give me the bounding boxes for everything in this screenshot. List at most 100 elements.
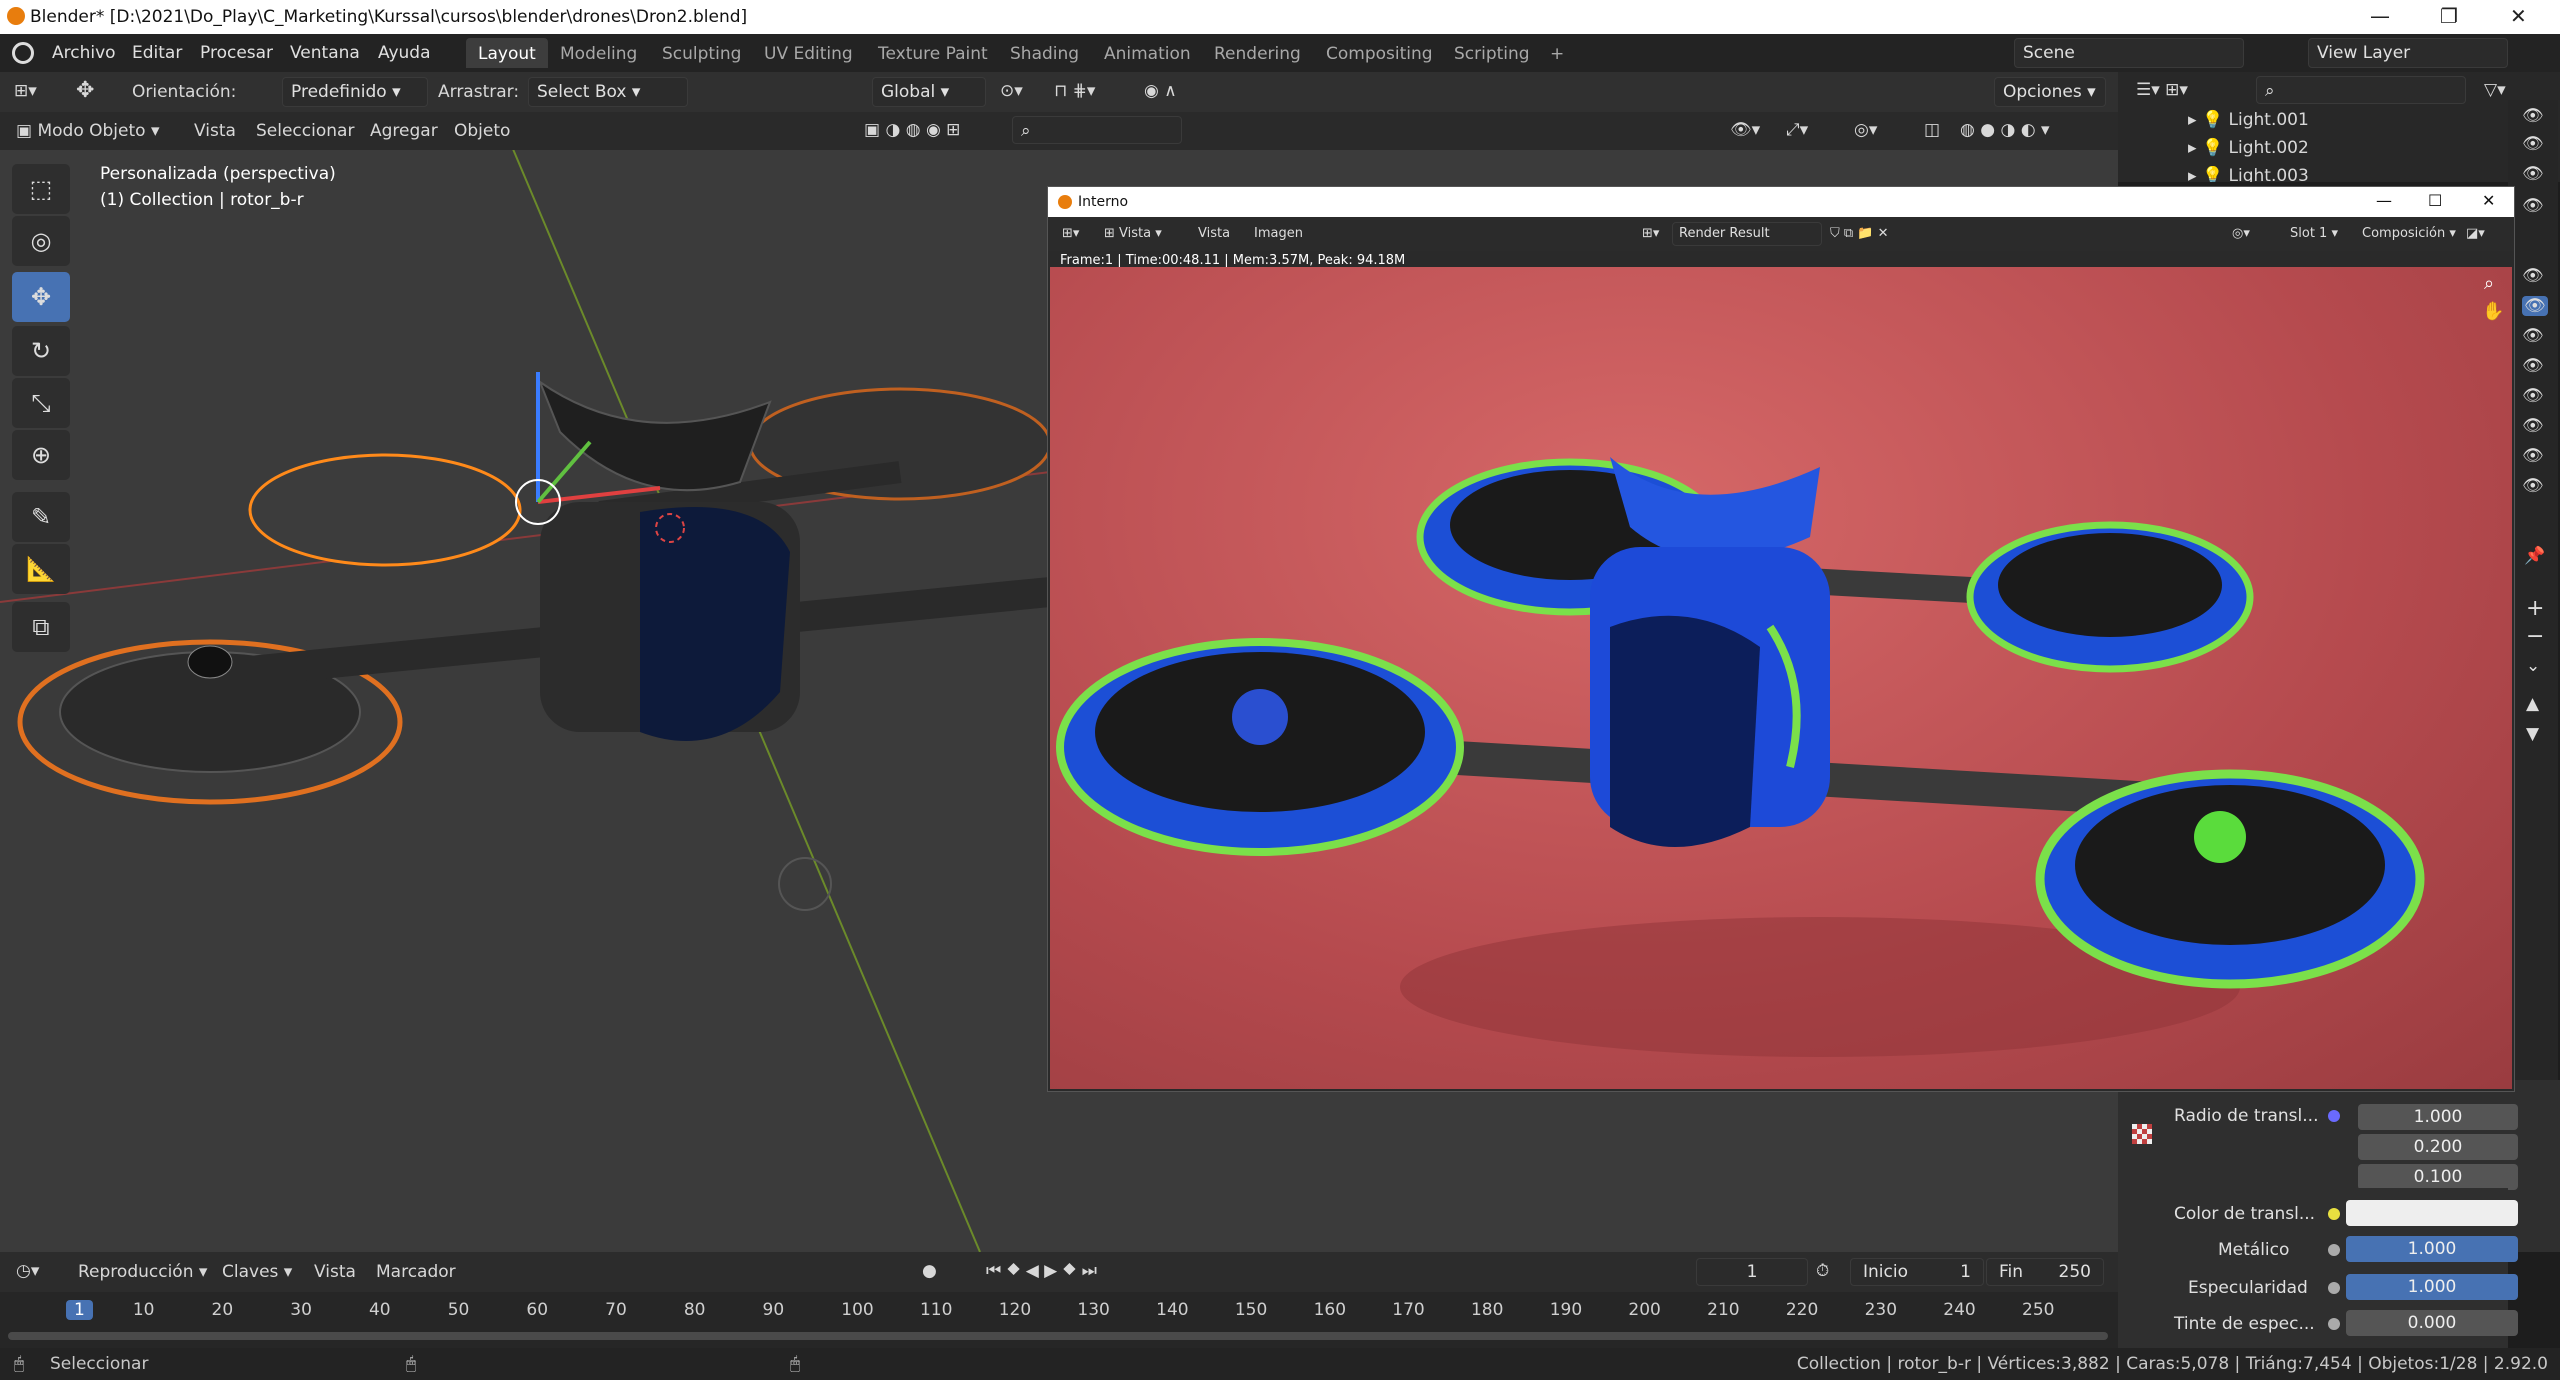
viewport-search-input[interactable]: ⌕ — [1012, 116, 1182, 144]
tab-scripting[interactable]: Scripting — [1442, 38, 1542, 68]
scale-tool[interactable]: ⤡ — [12, 378, 70, 428]
annotate-tool[interactable]: ✎ — [12, 492, 70, 542]
overlay-icon[interactable]: ◎▾ — [2232, 226, 2250, 241]
close-icon[interactable]: ✕ — [2482, 191, 2495, 210]
slot-dropdown[interactable]: Slot 1 ▾ — [2290, 226, 2338, 241]
pin-icon[interactable]: 📌 — [2524, 546, 2545, 566]
menu-marcador[interactable]: Marcador — [376, 1262, 456, 1282]
prop-socket-icon[interactable] — [2328, 1110, 2340, 1122]
menu-imagen[interactable]: Imagen — [1254, 226, 1303, 241]
tab-animation[interactable]: Animation — [1092, 38, 1203, 68]
timeline-editor-icon[interactable]: ◷▾ — [16, 1261, 39, 1281]
outliner-item[interactable]: ▸ 💡 Light.002 — [2188, 138, 2309, 158]
prop-value-field[interactable]: 1.000 — [2346, 1274, 2518, 1300]
outliner-item[interactable]: ▸ 💡 Light.001 — [2188, 110, 2309, 130]
plus-icon[interactable]: + — [2526, 596, 2544, 621]
prop-value-field[interactable]: 1.000 — [2346, 1236, 2518, 1262]
eye-icon[interactable]: 👁 — [2522, 106, 2544, 126]
color-swatch[interactable] — [2346, 1200, 2518, 1226]
menu-claves[interactable]: Claves ▾ — [222, 1262, 292, 1282]
select-box-tool[interactable]: ⬚ — [12, 164, 70, 214]
editor-type-icon[interactable]: ⊞▾ — [14, 81, 37, 101]
render-window[interactable]: Interno — ☐ ✕ ⊞▾ ⊞ Vista ▾ Vista Imagen … — [1047, 186, 2515, 1092]
shading-modes-icon[interactable]: ◍ ● ◑ ◐ ▾ — [1960, 120, 2049, 140]
prop-value-field[interactable]: 0.000 — [2346, 1310, 2518, 1336]
eye-icon[interactable]: 👁 — [2522, 296, 2548, 316]
image-actions-icons[interactable]: ⛉ ⧉ 📁 ✕ — [1830, 226, 1889, 241]
eye-icon[interactable]: 👁 — [2522, 326, 2544, 346]
record-icon[interactable]: ● — [922, 1261, 937, 1281]
pass-dropdown[interactable]: Composición ▾ — [2362, 226, 2456, 241]
eye-icon[interactable]: 👁 — [2522, 266, 2544, 286]
menu-reproduccion[interactable]: Reproducción ▾ — [78, 1262, 207, 1282]
eye-icon[interactable]: 👁 — [2522, 416, 2544, 436]
eye-icon[interactable]: 👁 — [2522, 134, 2544, 154]
select-mode-icons[interactable]: ▣ ◑ ◍ ◉ ⊞ — [864, 120, 960, 140]
material-tab-icon[interactable] — [2132, 1124, 2152, 1144]
gizmo-toggle-icon[interactable]: ⤢▾ — [1786, 120, 1808, 140]
measure-tool[interactable]: 📐 — [12, 544, 70, 594]
tab-layout[interactable]: Layout — [466, 38, 548, 68]
menu-ayuda[interactable]: Ayuda — [378, 43, 431, 63]
timeline-scrollbar[interactable] — [8, 1332, 2108, 1340]
menu-vista[interactable]: Vista — [194, 121, 236, 141]
xray-toggle-icon[interactable]: ◫ — [1924, 120, 1940, 140]
snap-icon[interactable]: ⊓ ⋕▾ — [1054, 81, 1095, 101]
menu-ventana[interactable]: Ventana — [290, 43, 360, 63]
mode-dropdown[interactable]: ▣ Modo Objeto ▾ — [16, 121, 160, 141]
tab-uv-editing[interactable]: UV Editing — [752, 38, 865, 68]
transform-orientation-dropdown[interactable]: Global ▾ — [872, 77, 986, 107]
filter-icon[interactable]: ▽▾ — [2484, 80, 2506, 100]
playback-controls[interactable]: ⏮ ⯁ ◀ ▶ ⯁ ⏭ — [986, 1261, 1097, 1281]
outliner-display-icon[interactable]: ☰▾ ⊞▾ — [2136, 80, 2188, 100]
scene-selector[interactable]: Scene — [2014, 38, 2244, 68]
stopwatch-icon[interactable]: ⏱ — [1816, 1261, 1829, 1281]
menu-vista[interactable]: Vista — [1198, 226, 1230, 241]
prop-value-field[interactable]: 0.200 — [2358, 1134, 2518, 1160]
maximize-icon[interactable]: ☐ — [2428, 191, 2442, 210]
move-tool[interactable]: ✥ — [12, 272, 70, 322]
move-up-icon[interactable]: ▲ — [2526, 694, 2539, 714]
tab-texture-paint[interactable]: Texture Paint — [866, 38, 1000, 68]
display-channels-icon[interactable]: ◪▾ — [2466, 226, 2485, 241]
overlays-toggle-icon[interactable]: ◎▾ — [1854, 120, 1877, 140]
options-dropdown[interactable]: Opciones ▾ — [1994, 77, 2106, 107]
tab-shading[interactable]: Shading — [998, 38, 1091, 68]
view-layer-selector[interactable]: View Layer — [2308, 38, 2508, 68]
menu-vista[interactable]: Vista — [314, 1262, 356, 1282]
orientation-dropdown[interactable]: Predefinido ▾ — [282, 77, 428, 107]
drag-dropdown[interactable]: Select Box ▾ — [528, 77, 688, 107]
prop-value-field[interactable]: 1.000 — [2358, 1104, 2518, 1130]
prop-socket-icon[interactable] — [2328, 1282, 2340, 1294]
menu-editar[interactable]: Editar — [132, 43, 182, 63]
chevron-down-icon[interactable]: ⌄ — [2526, 656, 2540, 676]
outliner-search-input[interactable]: ⌕ — [2256, 76, 2466, 104]
start-frame-field[interactable]: Inicio 1 — [1850, 1258, 1984, 1286]
pan-hand-icon[interactable]: ✋ — [2482, 301, 2504, 322]
add-cube-tool[interactable]: ⧉ — [12, 602, 70, 652]
zoom-icon[interactable]: ⌕ — [2484, 273, 2494, 294]
tab-sculpting[interactable]: Sculpting — [650, 38, 753, 68]
render-result-image[interactable] — [1050, 267, 2512, 1089]
view-mode-dropdown[interactable]: ⊞ Vista ▾ — [1104, 226, 1162, 241]
eye-icon[interactable]: 👁 — [2522, 196, 2544, 216]
pivot-icon[interactable]: ⊙▾ — [1000, 81, 1023, 101]
tab-compositing[interactable]: Compositing — [1314, 38, 1445, 68]
visibility-icon[interactable]: 👁▾ — [1730, 120, 1760, 140]
menu-archivo[interactable]: Archivo — [52, 43, 116, 63]
eye-icon[interactable]: 👁 — [2522, 446, 2544, 466]
menu-seleccionar[interactable]: Seleccionar — [256, 121, 354, 141]
cursor-tool[interactable]: ◎ — [12, 216, 70, 266]
blender-menu-icon[interactable] — [12, 42, 34, 64]
eye-icon[interactable]: 👁 — [2522, 386, 2544, 406]
move-down-icon[interactable]: ▼ — [2526, 724, 2539, 744]
image-selector[interactable]: Render Result — [1672, 222, 1822, 246]
add-workspace-icon[interactable]: + — [1538, 38, 1576, 68]
tab-modeling[interactable]: Modeling — [548, 38, 649, 68]
menu-agregar[interactable]: Agregar — [370, 121, 438, 141]
current-frame-field[interactable]: 1 — [1696, 1258, 1808, 1286]
proportional-edit-icon[interactable]: ◉ ∧ — [1144, 81, 1177, 101]
editor-type-icon[interactable]: ⊞▾ — [1062, 226, 1079, 241]
current-frame-indicator[interactable]: 1 — [66, 1300, 93, 1320]
image-type-icon[interactable]: ⊞▾ — [1642, 226, 1659, 241]
